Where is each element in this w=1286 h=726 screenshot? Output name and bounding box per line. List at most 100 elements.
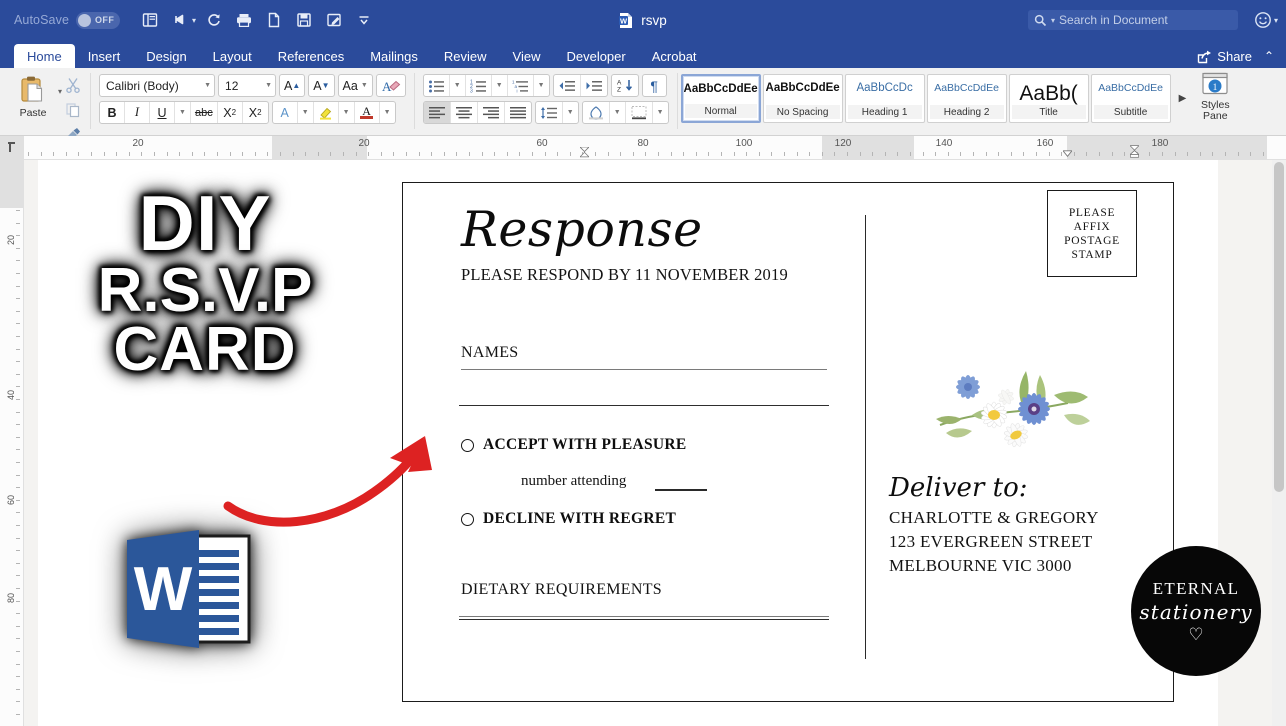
print-icon[interactable] — [230, 7, 258, 33]
sort-az-icon[interactable]: AZ — [611, 74, 639, 97]
styles-gallery-more-button[interactable]: ▶ — [1173, 93, 1193, 104]
tab-layout[interactable]: Layout — [200, 44, 265, 68]
scrollbar-thumb[interactable] — [1274, 162, 1284, 492]
ruler-tick — [305, 152, 306, 156]
horizontal-ruler[interactable]: 20206080100120140160180 — [0, 136, 1286, 160]
text-effects-caret[interactable]: ▼ — [298, 102, 314, 123]
clear-formatting-button[interactable]: A — [376, 74, 406, 97]
align-right-icon[interactable] — [478, 102, 505, 123]
styles-pane-button[interactable]: 1 Styles Pane — [1192, 68, 1238, 122]
right-indent-marker[interactable] — [1063, 150, 1072, 158]
autosave-toggle[interactable]: AutoSave OFF — [14, 12, 120, 29]
shading-caret[interactable]: ▼ — [610, 102, 626, 123]
font-name-caret[interactable]: ▼ — [204, 82, 211, 89]
tab-design[interactable]: Design — [133, 44, 199, 68]
search-input[interactable]: ▾ Search in Document — [1028, 10, 1238, 30]
ruler-tick — [948, 152, 949, 156]
increase-indent-icon[interactable] — [581, 75, 607, 96]
autosave-switch[interactable]: OFF — [76, 12, 120, 29]
tab-references[interactable]: References — [265, 44, 357, 68]
style-no-spacing[interactable]: AaBbCcDdEe No Spacing — [763, 74, 843, 123]
highlight-button[interactable] — [314, 102, 339, 123]
undo-icon[interactable] — [166, 7, 194, 33]
text-effects-button[interactable]: A — [273, 102, 298, 123]
share-label: Share — [1217, 49, 1252, 64]
account-menu[interactable]: ▾ — [1254, 11, 1278, 29]
document-title[interactable]: rsvp — [641, 13, 667, 28]
paste-dropdown-caret[interactable]: ▾ — [56, 71, 62, 96]
tab-acrobat[interactable]: Acrobat — [639, 44, 710, 68]
style-subtitle[interactable]: AaBbCcDdEe Subtitle — [1091, 74, 1171, 123]
paste-button[interactable]: Paste — [10, 71, 56, 119]
highlight-caret[interactable]: ▼ — [339, 102, 355, 123]
line-spacing-caret[interactable]: ▼ — [563, 102, 578, 123]
bullet-list-icon[interactable] — [424, 75, 450, 96]
tab-mailings[interactable]: Mailings — [357, 44, 431, 68]
tab-developer[interactable]: Developer — [553, 44, 638, 68]
multilevel-list-icon[interactable]: 1ai — [508, 75, 534, 96]
numbered-list-icon[interactable]: 123 — [466, 75, 492, 96]
numbered-list-caret[interactable]: ▼ — [492, 75, 508, 96]
multilevel-list-caret[interactable]: ▼ — [534, 75, 549, 96]
font-color-button[interactable]: A — [355, 102, 380, 123]
style-heading-2[interactable]: AaBbCcDdEe Heading 2 — [927, 74, 1007, 123]
style-heading-1[interactable]: AaBbCcDc Heading 1 — [845, 74, 925, 123]
ruler-tick — [419, 152, 420, 156]
superscript-button[interactable]: X2 — [243, 102, 268, 123]
new-document-icon[interactable] — [260, 7, 288, 33]
italic-button[interactable]: I — [125, 102, 150, 123]
print-layout-icon[interactable] — [136, 7, 164, 33]
underline-caret[interactable]: ▼ — [175, 102, 191, 123]
copy-icon[interactable] — [65, 102, 81, 123]
left-indent-marker-top[interactable] — [580, 147, 589, 158]
bold-button[interactable]: B — [100, 102, 125, 123]
left-indent-marker-bottom[interactable] — [1130, 143, 1139, 159]
tab-home[interactable]: Home — [14, 44, 75, 68]
ruler-tick — [1263, 152, 1264, 156]
decline-radio-icon[interactable] — [461, 513, 474, 526]
decrease-indent-icon[interactable] — [554, 75, 581, 96]
justify-icon[interactable] — [505, 102, 531, 123]
grow-font-button[interactable]: A▲ — [279, 74, 305, 97]
change-case-button[interactable]: Aa▼ — [338, 74, 373, 97]
vruler-tick — [16, 399, 20, 400]
decline-option-row[interactable]: DECLINE WITH REGRET — [461, 510, 676, 528]
save-icon[interactable] — [290, 7, 318, 33]
font-name-input[interactable]: Calibri (Body) ▼ — [99, 74, 215, 97]
accept-option-row[interactable]: ACCEPT WITH PLEASURE — [461, 436, 687, 454]
tab-view[interactable]: View — [500, 44, 554, 68]
tab-review[interactable]: Review — [431, 44, 500, 68]
cut-icon[interactable] — [65, 77, 81, 98]
style-title[interactable]: AaBb( Title — [1009, 74, 1089, 123]
underline-button[interactable]: U — [150, 102, 175, 123]
undo-dropdown-caret[interactable]: ▾ — [192, 16, 196, 25]
redo-icon[interactable] — [200, 7, 228, 33]
accept-radio-icon[interactable] — [461, 439, 474, 452]
line-spacing-icon[interactable] — [536, 102, 563, 123]
track-changes-icon[interactable] — [320, 7, 348, 33]
style-normal[interactable]: AaBbCcDdEe Normal — [681, 74, 761, 123]
align-left-icon[interactable] — [424, 102, 451, 123]
borders-icon[interactable] — [626, 102, 653, 123]
shading-icon[interactable] — [583, 102, 610, 123]
shrink-font-button[interactable]: A▼ — [308, 74, 334, 97]
ruler-tick — [1011, 152, 1012, 156]
show-formatting-marks-button[interactable]: ¶ — [642, 74, 667, 97]
tab-insert[interactable]: Insert — [75, 44, 134, 68]
ruler-tick — [78, 152, 79, 156]
align-center-icon[interactable] — [451, 102, 478, 123]
account-caret[interactable]: ▾ — [1274, 16, 1278, 25]
font-size-caret[interactable]: ▼ — [265, 82, 272, 89]
subscript-button[interactable]: X2 — [218, 102, 243, 123]
strikethrough-button[interactable]: abc — [191, 102, 218, 123]
customize-toolbar-icon[interactable] — [350, 7, 378, 33]
vertical-ruler[interactable]: 20406080 — [0, 160, 24, 726]
bullet-list-caret[interactable]: ▼ — [450, 75, 466, 96]
number-attending-blank[interactable] — [655, 489, 707, 491]
borders-caret[interactable]: ▼ — [653, 102, 668, 123]
ribbon-collapse-button[interactable]: ⌃ — [1264, 49, 1274, 63]
vertical-scrollbar[interactable] — [1272, 160, 1286, 726]
font-color-caret[interactable]: ▼ — [380, 102, 395, 123]
share-button[interactable]: Share — [1197, 49, 1252, 64]
font-size-input[interactable]: 12 ▼ — [218, 74, 276, 97]
